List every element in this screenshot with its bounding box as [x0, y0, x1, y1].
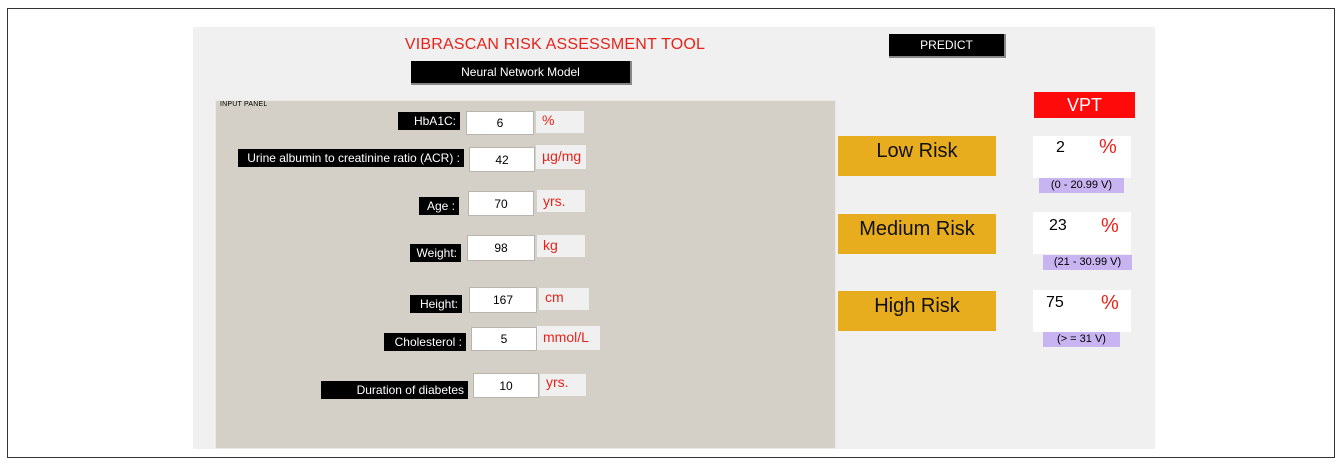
medium-risk-percent: %	[1101, 215, 1119, 237]
app-title: VIBRASCAN RISK ASSESSMENT TOOL	[404, 36, 706, 53]
medium-risk-label: Medium Risk	[838, 214, 996, 254]
height-input[interactable]	[469, 287, 537, 313]
hba1c-label: HbA1C:	[398, 112, 460, 130]
hba1c-input[interactable]	[466, 111, 534, 135]
high-risk-label: High Risk	[838, 291, 996, 331]
vpt-header: VPT	[1034, 92, 1135, 118]
high-risk-value: 75	[1046, 294, 1064, 311]
acr-label: Urine albumin to creatinine ratio (ACR) …	[238, 149, 464, 167]
weight-label: Weight:	[410, 244, 461, 262]
medium-risk-value: 23	[1049, 217, 1067, 234]
duration-label: Duration of diabetes	[321, 381, 468, 399]
acr-input[interactable]	[469, 147, 535, 172]
weight-unit: kg	[537, 235, 585, 257]
predict-button[interactable]: PREDICT	[889, 34, 1006, 58]
cholesterol-label: Cholesterol :	[384, 333, 466, 351]
input-panel-title: INPUT PANEL	[220, 101, 268, 108]
low-risk-label: Low Risk	[838, 136, 996, 176]
hba1c-unit: %	[536, 111, 584, 133]
weight-input[interactable]	[467, 235, 535, 261]
medium-risk-range: (21 - 30.99 V)	[1043, 255, 1132, 270]
cholesterol-input[interactable]	[471, 327, 537, 351]
height-label: Height:	[410, 295, 462, 313]
height-unit: cm	[539, 288, 589, 310]
low-risk-percent: %	[1099, 136, 1117, 158]
duration-unit: yrs.	[540, 374, 586, 396]
model-selector-button[interactable]: Neural Network Model	[411, 61, 632, 85]
high-risk-range: (> = 31 V)	[1043, 332, 1120, 347]
acr-unit: µg/mg	[536, 145, 586, 169]
age-label: Age :	[419, 197, 459, 215]
age-unit: yrs.	[537, 190, 585, 212]
cholesterol-unit: mmol/L	[537, 326, 600, 350]
duration-input[interactable]	[473, 373, 539, 398]
high-risk-percent: %	[1101, 292, 1119, 314]
low-risk-value: 2	[1056, 139, 1065, 156]
age-input[interactable]	[468, 191, 534, 216]
low-risk-range: (0 - 20.99 V)	[1039, 178, 1124, 193]
